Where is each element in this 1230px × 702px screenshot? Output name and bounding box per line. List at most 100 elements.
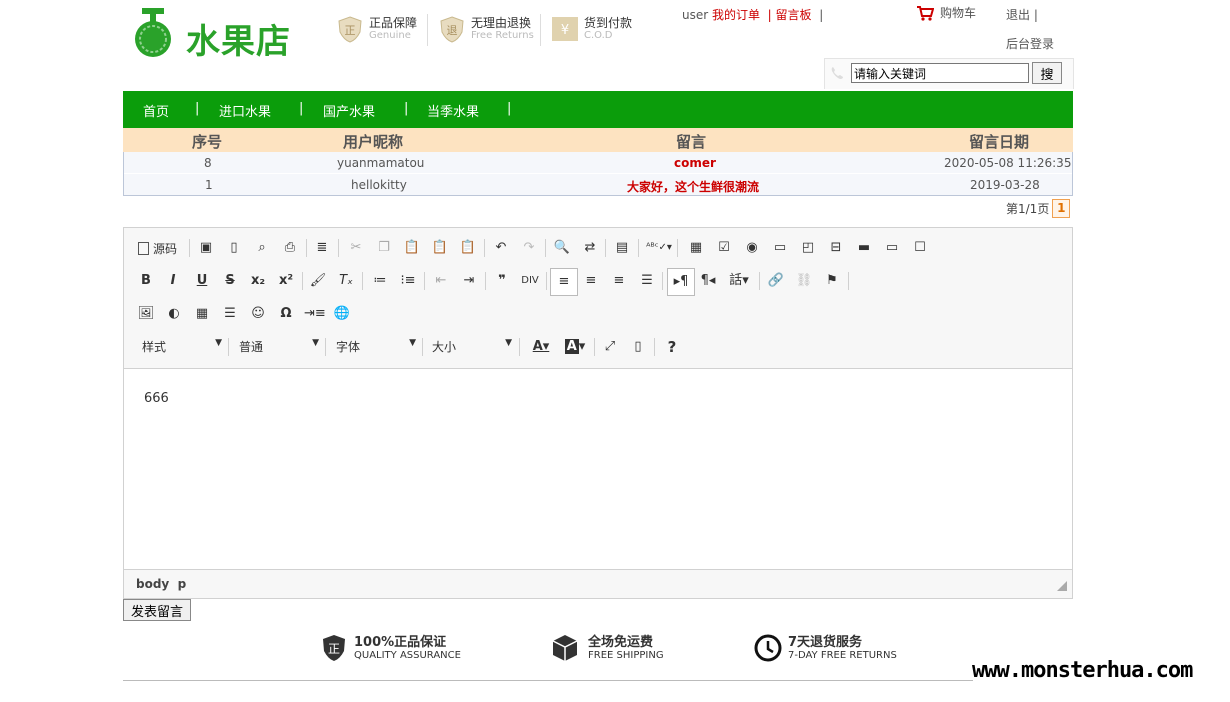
align-left-icon[interactable]: ≡ (550, 268, 578, 296)
strikethrough-icon[interactable]: S (220, 271, 240, 291)
resize-handle-icon[interactable] (1057, 581, 1067, 591)
combo-label: 样式 (142, 340, 167, 354)
paste-icon[interactable]: 📋 (402, 238, 422, 258)
source-button[interactable]: 源码 (138, 240, 177, 257)
toolbar-sep (424, 272, 425, 290)
numbered-list-icon[interactable]: ≔ (370, 271, 390, 291)
underline-icon[interactable]: U (192, 271, 212, 291)
italic-icon[interactable]: I (163, 271, 183, 291)
indent-icon[interactable]: ⇥ (459, 271, 479, 291)
logo-icon[interactable] (130, 6, 178, 58)
image-button-icon[interactable]: ▭ (882, 238, 902, 258)
new-page-icon[interactable]: ▯ (224, 238, 244, 258)
maximize-icon[interactable]: ⤢ (600, 337, 620, 357)
col-header-user: 用户昵称 (343, 133, 404, 151)
checkbox-icon[interactable]: ☑ (714, 238, 734, 258)
blockquote-icon[interactable]: ❞ (492, 271, 512, 291)
undo-icon[interactable]: ↶ (491, 238, 511, 258)
smiley-icon[interactable]: ☺ (248, 304, 268, 324)
copy-icon[interactable]: ❐ (374, 238, 394, 258)
iframe-icon[interactable]: 🌐 (332, 304, 352, 324)
ltr-icon[interactable]: ▸¶ (667, 268, 695, 296)
logo-text[interactable]: 水果店 (186, 14, 291, 63)
logout-link[interactable]: 退出 | (1006, 6, 1038, 23)
bg-color-icon[interactable]: A ▾ (562, 337, 588, 357)
link-icon[interactable]: 🔗 (766, 271, 786, 291)
page-break-icon[interactable]: ⇥≡ (304, 304, 326, 324)
select-field-icon[interactable]: ⊟ (826, 238, 846, 258)
show-blocks-icon[interactable]: ▯ (628, 337, 648, 357)
bold-icon[interactable]: B (136, 271, 156, 291)
print-icon[interactable]: ⎙ (280, 238, 300, 258)
promo-sub: C.O.D (584, 30, 613, 41)
page-button-1[interactable]: 1 (1052, 199, 1071, 218)
editor-content[interactable]: 666 (144, 391, 169, 406)
paste-text-icon[interactable]: 📋 (430, 238, 450, 258)
nav-item-domestic[interactable]: 国产水果 (323, 101, 375, 120)
nav-item-home[interactable]: 首页 (143, 101, 169, 120)
hidden-field-icon[interactable]: ☐ (910, 238, 930, 258)
size-dropdown[interactable]: 大小 ▼ (432, 338, 512, 356)
help-icon[interactable]: ? (662, 337, 682, 357)
align-right-icon[interactable]: ≡ (609, 271, 629, 291)
svg-text:正: 正 (345, 24, 356, 37)
dropdown-arrow-icon: ▼ (312, 338, 319, 348)
element-path[interactable]: body p (136, 577, 186, 591)
toolbar-sep (302, 272, 303, 290)
superscript-icon[interactable]: x² (276, 271, 296, 291)
text-field-icon[interactable]: ▭ (770, 238, 790, 258)
select-all-icon[interactable]: ▤ (612, 238, 632, 258)
table-icon[interactable]: ▦ (192, 304, 212, 324)
toolbar-sep (362, 272, 363, 290)
preview-icon[interactable]: ⌕ (252, 238, 272, 258)
text-color-icon[interactable]: A▾ (528, 337, 554, 357)
anchor-icon[interactable]: ⚑ (822, 271, 842, 291)
unlink-icon[interactable]: ⛓ (794, 271, 814, 291)
flash-icon[interactable]: ◐ (164, 304, 184, 324)
textarea-icon[interactable]: ◰ (798, 238, 818, 258)
div-container-icon[interactable]: DIV (520, 271, 540, 291)
image-icon[interactable]: 🖼 (136, 304, 156, 324)
font-dropdown[interactable]: 字体 ▼ (336, 338, 416, 356)
redo-icon[interactable]: ↷ (519, 238, 539, 258)
cart-link[interactable]: 购物车 (916, 4, 976, 21)
divider (540, 14, 541, 46)
box-icon (552, 635, 578, 661)
radio-icon[interactable]: ◉ (742, 238, 762, 258)
align-center-icon[interactable]: ≡ (581, 271, 601, 291)
copy-format-icon[interactable]: 🖌 (308, 271, 328, 291)
bullet-list-icon[interactable]: ⁝≡ (398, 271, 418, 291)
nav-item-imported[interactable]: 进口水果 (219, 101, 271, 120)
rtl-icon[interactable]: ¶◂ (698, 271, 718, 291)
toolbar-sep (228, 338, 229, 356)
my-orders-link[interactable]: 我的订单 (712, 8, 760, 22)
format-dropdown[interactable]: 普通 ▼ (239, 338, 319, 356)
save-icon[interactable]: ▣ (196, 238, 216, 258)
toolbar-sep (325, 338, 326, 356)
search-button[interactable]: 搜 (1032, 62, 1062, 84)
language-icon[interactable]: 話▾ (726, 271, 752, 291)
toolbar-sep (759, 272, 760, 290)
horizontal-line-icon[interactable]: ☰ (220, 304, 240, 324)
search-input[interactable] (851, 63, 1029, 83)
special-char-icon[interactable]: Ω (276, 304, 296, 324)
admin-login-link[interactable]: 后台登录 (1006, 35, 1054, 52)
cell-id: 8 (204, 156, 212, 170)
spellcheck-icon[interactable]: ᴬᴮᶜ✓▾ (646, 238, 672, 258)
submit-message-button[interactable]: 发表留言 (123, 599, 191, 621)
button-field-icon[interactable]: ▬ (854, 238, 874, 258)
cut-icon[interactable]: ✂ (346, 238, 366, 258)
justify-icon[interactable]: ☰ (637, 271, 657, 291)
footer-title: 7天退货服务 (788, 635, 863, 650)
template-icon[interactable]: ≣ (312, 238, 332, 258)
message-board-link[interactable]: 留言板 (776, 8, 812, 22)
paste-word-icon[interactable]: 📋 (458, 238, 478, 258)
outdent-icon[interactable]: ⇤ (431, 271, 451, 291)
styles-dropdown[interactable]: 样式 ▼ (142, 338, 222, 356)
form-icon[interactable]: ▦ (686, 238, 706, 258)
find-icon[interactable]: 🔍 (552, 238, 572, 258)
remove-format-icon[interactable]: Tₓ (336, 271, 356, 291)
subscript-icon[interactable]: x₂ (248, 271, 268, 291)
nav-item-seasonal[interactable]: 当季水果 (427, 101, 479, 120)
replace-icon[interactable]: ⇄ (580, 238, 600, 258)
